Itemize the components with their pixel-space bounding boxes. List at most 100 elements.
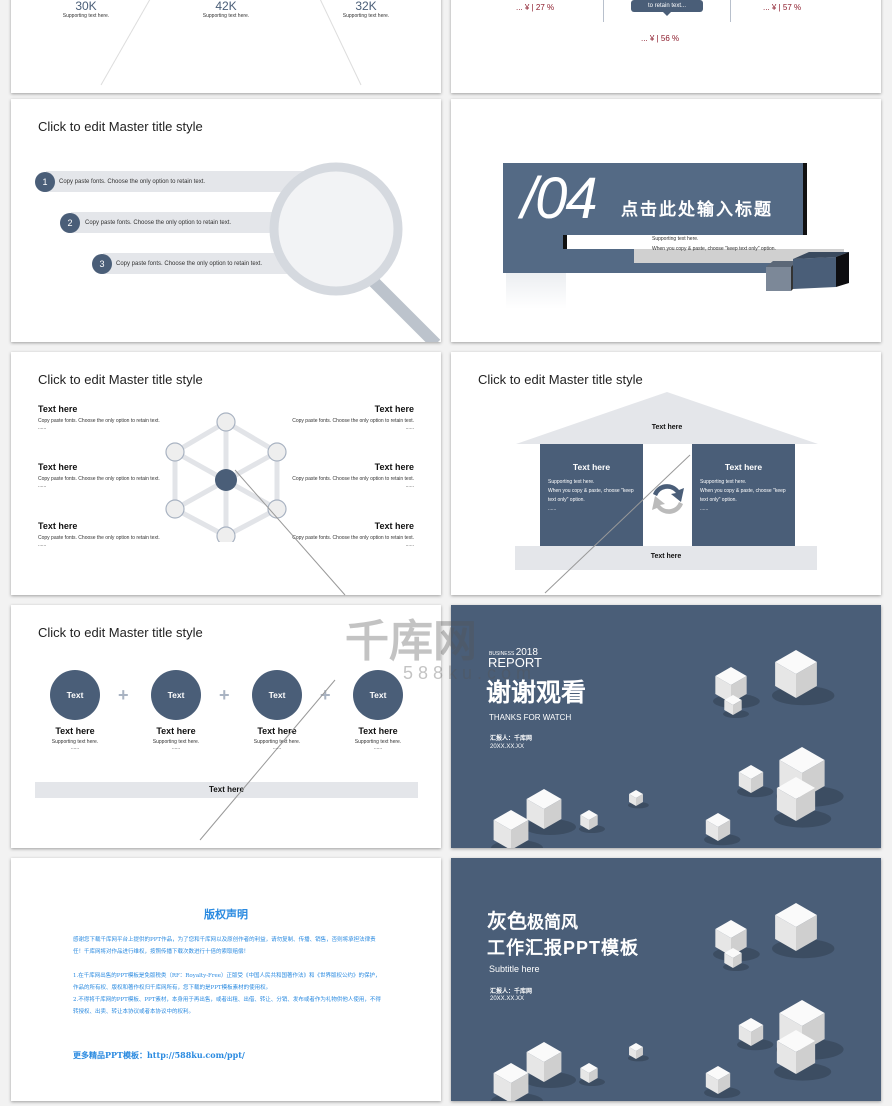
block-more: ...... (38, 542, 47, 548)
date: 20XX.XX.XX (490, 744, 525, 750)
cover-title-b: 极简风 (527, 913, 578, 932)
item-more: ...... (373, 745, 383, 751)
slide-house[interactable]: Click to edit Master title style Text he… (451, 352, 881, 595)
cube-icon (737, 765, 774, 798)
cubes-decoration (491, 903, 844, 1101)
block-text: Copy paste fonts. Choose the only option… (292, 476, 414, 482)
block-heading: Text here (38, 462, 78, 472)
hex-text-block: Text here Copy paste fonts. Choose the o… (286, 404, 414, 431)
block-heading: Text here (374, 521, 414, 531)
hex-text-block: Text here Copy paste fonts. Choose the o… (286, 462, 414, 489)
step-text: Copy paste fonts. Choose the only option… (116, 261, 263, 267)
cover-title-a: 灰色 (487, 911, 527, 933)
step-number: 3 (92, 254, 112, 274)
cube-icon (766, 252, 849, 291)
slide-magnifier[interactable]: Click to edit Master title style 1 Copy … (11, 99, 441, 342)
copyright-paragraph: 2.不得将千库网的PPT模板、PPT素材，本身用于再出售，或者出租、出借、转让、… (73, 997, 381, 1015)
step-text: Copy paste fonts. Choose the only option… (59, 179, 206, 185)
panel-bullet: Supporting text here. (700, 479, 747, 485)
reporter: 汇报人：千库网 (490, 989, 533, 995)
block-heading: Text here (374, 462, 414, 472)
cube-icon (579, 1063, 605, 1086)
supporting-text: When you copy & paste, choose "keep text… (652, 246, 776, 252)
cube-icon (628, 1043, 649, 1062)
step-circle: Text (252, 670, 302, 720)
roof-shape (516, 392, 818, 444)
slide-title: Click to edit Master title style (38, 119, 203, 134)
slide-thanks[interactable]: BUSINESS 2018 REPORT 谢谢观看 THANKS FOR WAT… (451, 605, 881, 848)
panel-bullet: When you copy & paste, choose "keep text… (548, 488, 634, 503)
value-label: ... ¥ | 27 % (516, 3, 555, 12)
block-text: Copy paste fonts. Choose the only option… (292, 418, 414, 424)
slide-cover[interactable]: 灰色极简风 工作汇报PPT模板 Subtitle here 汇报人：千库网 20… (451, 858, 881, 1101)
panel-heading: Text here (724, 462, 763, 472)
cube-icon (737, 1018, 774, 1051)
reporter: 汇报人：千库网 (490, 736, 533, 742)
item-heading: Text here (55, 726, 95, 736)
copyright-paragraph: 感谢您下载千库网平台上提供的PPT作品，为了您和千库网以及原创作者的利益，请勿复… (73, 937, 376, 955)
cubes-decoration (491, 650, 844, 848)
step-text: Copy paste fonts. Choose the only option… (85, 220, 232, 226)
cube-icon (772, 903, 835, 959)
slide-circles[interactable]: Click to edit Master title style Text Te… (11, 605, 441, 848)
block-more: ...... (405, 425, 414, 431)
cube-icon (704, 813, 741, 846)
item-more: ...... (272, 745, 282, 751)
base-label: Text here (650, 553, 682, 560)
block-text: Copy paste fonts. Choose the only option… (38, 418, 160, 424)
hex-text-block: Text here Copy paste fonts. Choose the o… (286, 521, 414, 548)
panel-bullet: When you copy & paste, choose "keep text… (700, 488, 786, 503)
section-heading: 点击此处输入标题 (621, 200, 773, 219)
magnifier-icon (269, 162, 441, 342)
slide-section[interactable]: /04 点击此处输入标题 Supporting text here. When … (451, 99, 881, 342)
slide-stats[interactable]: 30K Supporting text here. 42K Supporting t… (11, 0, 441, 93)
stat-text: Supporting text here. (202, 13, 250, 19)
date: 20XX.XX.XX (490, 996, 525, 1002)
stat-text: Supporting text here. (342, 13, 390, 19)
more-templates-link[interactable]: 更多精品PPT模板：http://588ku.com/ppt/ (73, 1050, 245, 1061)
panel-heading: Text here (572, 462, 611, 472)
step-number: 2 (60, 213, 80, 233)
slide-title: Click to edit Master title style (38, 372, 203, 387)
block-more: ...... (405, 542, 414, 548)
step-circle: Text (50, 670, 100, 720)
roof-label: Text here (651, 424, 683, 431)
block-more: ...... (38, 425, 47, 431)
item-more: ...... (171, 745, 181, 751)
hex-text-block: Text here Copy paste fonts. Choose the o… (38, 462, 166, 489)
tooltip: to retain text... (631, 0, 703, 12)
hexagon-diagram (165, 412, 287, 542)
block-heading: Text here (374, 404, 414, 414)
step-number: 1 (35, 172, 55, 192)
block-more: ...... (38, 483, 47, 489)
slide-title: Click to edit Master title style (38, 625, 203, 640)
value-label: ... ¥ | 56 % (641, 34, 680, 43)
slide-copyright[interactable]: 版权声明 感谢您下载千库网平台上提供的PPT作品，为了您和千库网以及原创作者的利… (11, 858, 441, 1101)
item-more: ...... (70, 745, 80, 751)
step-circle: Text (151, 670, 201, 720)
refresh-arrows-icon (652, 484, 684, 514)
plus-icon: + (118, 685, 129, 705)
step-circle: Text (353, 670, 403, 720)
slide-hexagon[interactable]: Click to edit Master title style Text he… (11, 352, 441, 595)
hex-text-block: Text here Copy paste fonts. Choose the o… (38, 521, 166, 548)
stat-value: 32K (355, 0, 377, 13)
cube-icon (579, 810, 605, 833)
hex-text-block: Text here Copy paste fonts. Choose the o… (38, 404, 166, 431)
plus-icon: + (219, 685, 230, 705)
block-text: Copy paste fonts. Choose the only option… (38, 476, 160, 482)
item-heading: Text here (156, 726, 196, 736)
block-text: Copy paste fonts. Choose the only option… (292, 535, 414, 541)
slide-values[interactable]: to retain text... ... ¥ | 27 % ... ¥ | 5… (451, 0, 881, 93)
thanks-title: 谢谢观看 (486, 679, 587, 707)
section-number: /04 (521, 166, 598, 231)
item-heading: Text here (358, 726, 398, 736)
item-heading: Text here (257, 726, 297, 736)
copyright-title: 版权声明 (204, 908, 248, 921)
stat-text: Supporting text here. (62, 13, 110, 19)
value-label: ... ¥ | 57 % (763, 3, 802, 12)
stat-value: 42K (215, 0, 237, 13)
cover-subtitle: Subtitle here (489, 964, 540, 974)
block-heading: Text here (38, 404, 78, 414)
block-heading: Text here (38, 521, 78, 531)
